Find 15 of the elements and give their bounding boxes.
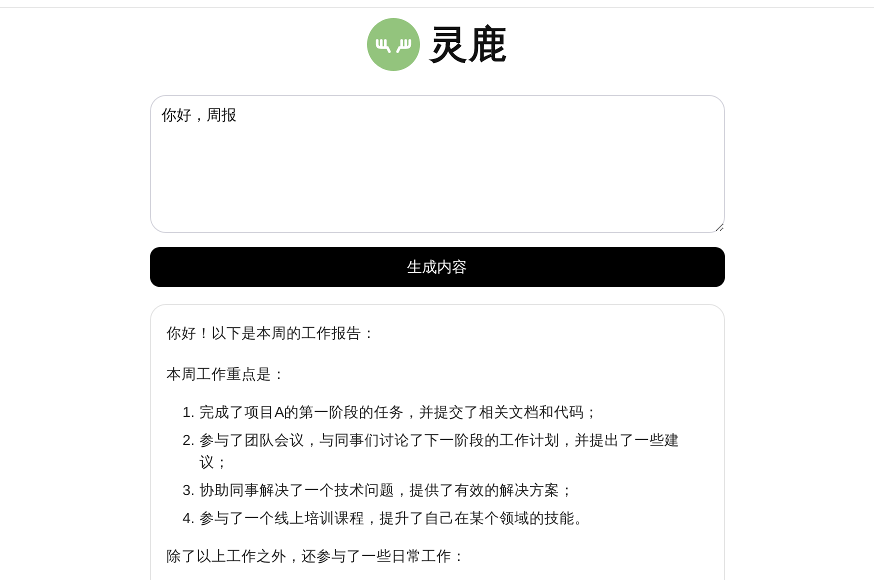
list-item-text: 完成了项目A的第一阶段的任务，并提交了相关文档和代码； [200,404,600,423]
antler-logo-icon [366,18,420,70]
list-item-text: 协助同事解决了一个技术问题，提供了有效的解决方案； [200,482,576,501]
report-paragraph: 本周工作重点是： [166,366,288,385]
generate-button[interactable]: 生成内容 [150,247,724,287]
list-number: 4. [182,510,196,529]
report-paragraph: 你好！以下是本周的工作报告： [166,325,378,344]
list-item-text: 参与了一个线上培训课程，提升了自己在某个领域的技能。 [200,510,590,529]
list-number: 3. [182,482,196,501]
list-number: 2. [182,432,196,451]
brand-name: 灵鹿 [430,22,508,68]
prompt-input-field[interactable]: 你好，周报 [150,95,724,233]
report-paragraph: 除了以上工作之外，还参与了一些日常工作： [166,548,468,567]
list-number: 1. [182,404,196,423]
list-item-text: 参与了团队会议，与同事们讨论了下一阶段的工作计划，并提出了一些建议； [200,432,680,473]
